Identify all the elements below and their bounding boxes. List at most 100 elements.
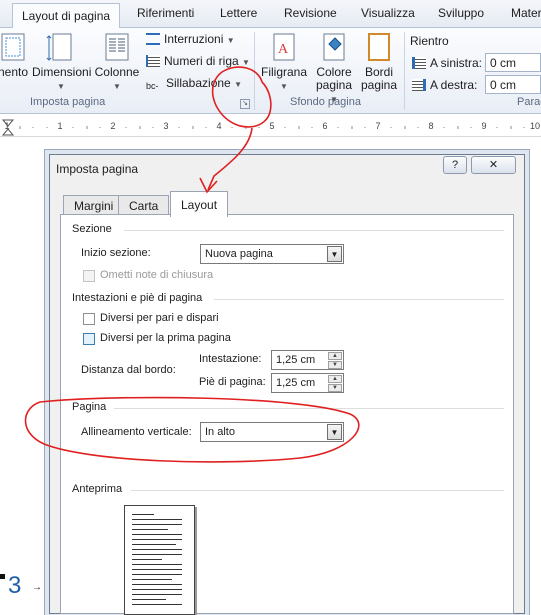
indent-right-icon bbox=[412, 79, 426, 91]
colonne-button[interactable]: Colonne ▼ bbox=[94, 32, 140, 93]
pie-di-pagina-label: Piè di pagina: bbox=[199, 376, 266, 388]
a-sinistra-label-row: A sinistra: bbox=[412, 56, 482, 74]
tab-sviluppo[interactable]: Sviluppo bbox=[438, 6, 484, 20]
columns-icon bbox=[105, 33, 129, 61]
spin-up-icon[interactable]: ▲ bbox=[328, 352, 342, 360]
margini-button[interactable]: nento bbox=[0, 32, 30, 79]
section-divider bbox=[114, 408, 504, 409]
a-destra-label-row: A destra: bbox=[412, 78, 477, 96]
intestazione-spinner[interactable]: 1,25 cm ▲ ▼ bbox=[271, 350, 344, 370]
preview-line bbox=[132, 534, 182, 535]
pie-di-pagina-spinner[interactable]: 1,25 cm ▲ ▼ bbox=[271, 373, 344, 393]
ribbon-tab-bar: Layout di pagina Riferimenti Lettere Rev… bbox=[0, 0, 541, 29]
colore-pagina-label-2: pagina bbox=[315, 78, 353, 92]
page-preview bbox=[124, 505, 195, 615]
inizio-sezione-value: Nuova pagina bbox=[205, 248, 273, 260]
intestazione-value: 1,25 cm bbox=[276, 354, 316, 366]
group-separator bbox=[254, 32, 255, 110]
chevron-down-icon[interactable]: ▼ bbox=[327, 246, 342, 262]
ruler-number: 4 bbox=[216, 121, 222, 131]
ruler-number: 5 bbox=[269, 121, 275, 131]
tab-arrow-icon: → bbox=[32, 582, 42, 593]
list-bullet-marker bbox=[0, 574, 5, 579]
close-button[interactable]: ✕ bbox=[471, 156, 516, 174]
distanza-dal-bordo-label: Distanza dal bordo: bbox=[81, 364, 176, 376]
allineamento-verticale-select[interactable]: In alto ▼ bbox=[200, 422, 344, 442]
spin-up-icon[interactable]: ▲ bbox=[328, 375, 342, 383]
preview-line bbox=[132, 559, 162, 560]
colonne-label: Colonne bbox=[94, 65, 140, 79]
breaks-icon bbox=[146, 33, 160, 45]
sfondo-pagina-group-title: Sfondo pagina bbox=[290, 96, 361, 108]
tab-visualizza[interactable]: Visualizza bbox=[361, 6, 415, 20]
margins-icon bbox=[1, 33, 25, 61]
preview-line bbox=[132, 524, 182, 525]
preview-line bbox=[132, 579, 172, 580]
tab-lettere[interactable]: Lettere bbox=[220, 6, 257, 20]
tab-riferimenti[interactable]: Riferimenti bbox=[137, 6, 194, 20]
tab-layout[interactable]: Layout bbox=[170, 191, 229, 217]
tab-layout-di-pagina[interactable]: Layout di pagina bbox=[12, 3, 121, 29]
preview-line bbox=[132, 564, 182, 565]
colore-pagina-button[interactable]: Colore pagina ▼ bbox=[312, 32, 356, 106]
interruzioni-button[interactable]: Interruzioni ▼ bbox=[146, 32, 235, 50]
diversi-pari-dispari-checkbox[interactable] bbox=[83, 313, 95, 325]
preview-line bbox=[132, 549, 182, 550]
tab-margini[interactable]: Margini bbox=[63, 195, 125, 215]
inizio-sezione-select[interactable]: Nuova pagina ▼ bbox=[200, 244, 344, 264]
margini-label: nento bbox=[0, 65, 29, 79]
ometti-note-checkbox[interactable] bbox=[83, 270, 95, 282]
ruler-number: 8 bbox=[428, 121, 434, 131]
preview-line bbox=[132, 544, 176, 545]
interruzioni-label: Interruzioni bbox=[164, 32, 224, 46]
ruler-number: 1 bbox=[4, 121, 10, 131]
preview-line bbox=[132, 594, 182, 595]
filigrana-button[interactable]: A Filigrana ▼ bbox=[260, 32, 308, 93]
section-divider bbox=[131, 490, 504, 491]
sillabazione-label: Sillabazione bbox=[166, 76, 231, 90]
preview-line bbox=[132, 569, 182, 570]
bordi-pagina-label-2: pagina bbox=[360, 78, 398, 92]
sillabazione-button[interactable]: bc- Sillabazione ▼ bbox=[146, 76, 242, 94]
bordi-pagina-button[interactable]: Bordi pagina bbox=[358, 32, 400, 92]
hyphenation-icon: bc- bbox=[146, 81, 159, 91]
section-divider bbox=[124, 230, 504, 231]
preview-line bbox=[132, 599, 166, 600]
ruler-number: 3 bbox=[163, 121, 169, 131]
diversi-prima-pagina-checkbox[interactable] bbox=[83, 333, 95, 345]
spin-down-icon[interactable]: ▼ bbox=[328, 384, 342, 392]
tab-mater[interactable]: Mater bbox=[511, 6, 541, 20]
imposta-pagina-dialog: Imposta pagina ? ✕ Margini Carta Layout … bbox=[49, 154, 525, 615]
colore-pagina-label-1: Colore bbox=[316, 65, 352, 79]
a-sinistra-input[interactable]: 0 cm bbox=[485, 53, 541, 72]
chevron-down-icon[interactable]: ▼ bbox=[327, 424, 342, 440]
ruler-number: 7 bbox=[375, 121, 381, 131]
ribbon: nento Dimensioni ▼ Colonne ▼ Interruzioni … bbox=[0, 28, 541, 114]
ometti-note-label: Ometti note di chiusura bbox=[100, 269, 214, 281]
dimensioni-button[interactable]: Dimensioni ▼ bbox=[32, 32, 91, 93]
tab-carta[interactable]: Carta bbox=[118, 195, 170, 215]
preview-line bbox=[132, 584, 182, 585]
imposta-pagina-launcher-icon[interactable]: ↘ bbox=[240, 99, 250, 109]
numeri-di-riga-button[interactable]: Numeri di riga ▼ bbox=[146, 54, 250, 72]
numeri-di-riga-label: Numeri di riga bbox=[164, 54, 239, 68]
diversi-pari-dispari-label: Diversi per pari e dispari bbox=[100, 312, 219, 324]
horizontal-ruler[interactable]: 1 1 2 3 4 5 6 7 8 9 10 bbox=[0, 118, 541, 137]
a-sinistra-label: A sinistra: bbox=[430, 56, 483, 70]
allineamento-verticale-label: Allineamento verticale: bbox=[81, 426, 192, 438]
tab-revisione[interactable]: Revisione bbox=[284, 6, 337, 20]
diversi-prima-pagina-label: Diversi per la prima pagina bbox=[100, 332, 231, 344]
a-destra-label: A destra: bbox=[430, 78, 478, 92]
ruler-number: 2 bbox=[110, 121, 116, 131]
ruler-number: 6 bbox=[322, 121, 328, 131]
spin-down-icon[interactable]: ▼ bbox=[328, 361, 342, 369]
preview-line bbox=[132, 519, 182, 520]
rientro-label: Rientro bbox=[410, 34, 449, 48]
inizio-sezione-label: Inizio sezione: bbox=[81, 247, 151, 259]
dialog-title: Imposta pagina bbox=[56, 162, 139, 176]
group-separator bbox=[404, 32, 405, 110]
imposta-pagina-group-title: Imposta pagina bbox=[30, 96, 106, 108]
a-destra-input[interactable]: 0 cm bbox=[485, 75, 541, 94]
preview-line bbox=[132, 574, 182, 575]
help-button[interactable]: ? bbox=[443, 156, 467, 174]
